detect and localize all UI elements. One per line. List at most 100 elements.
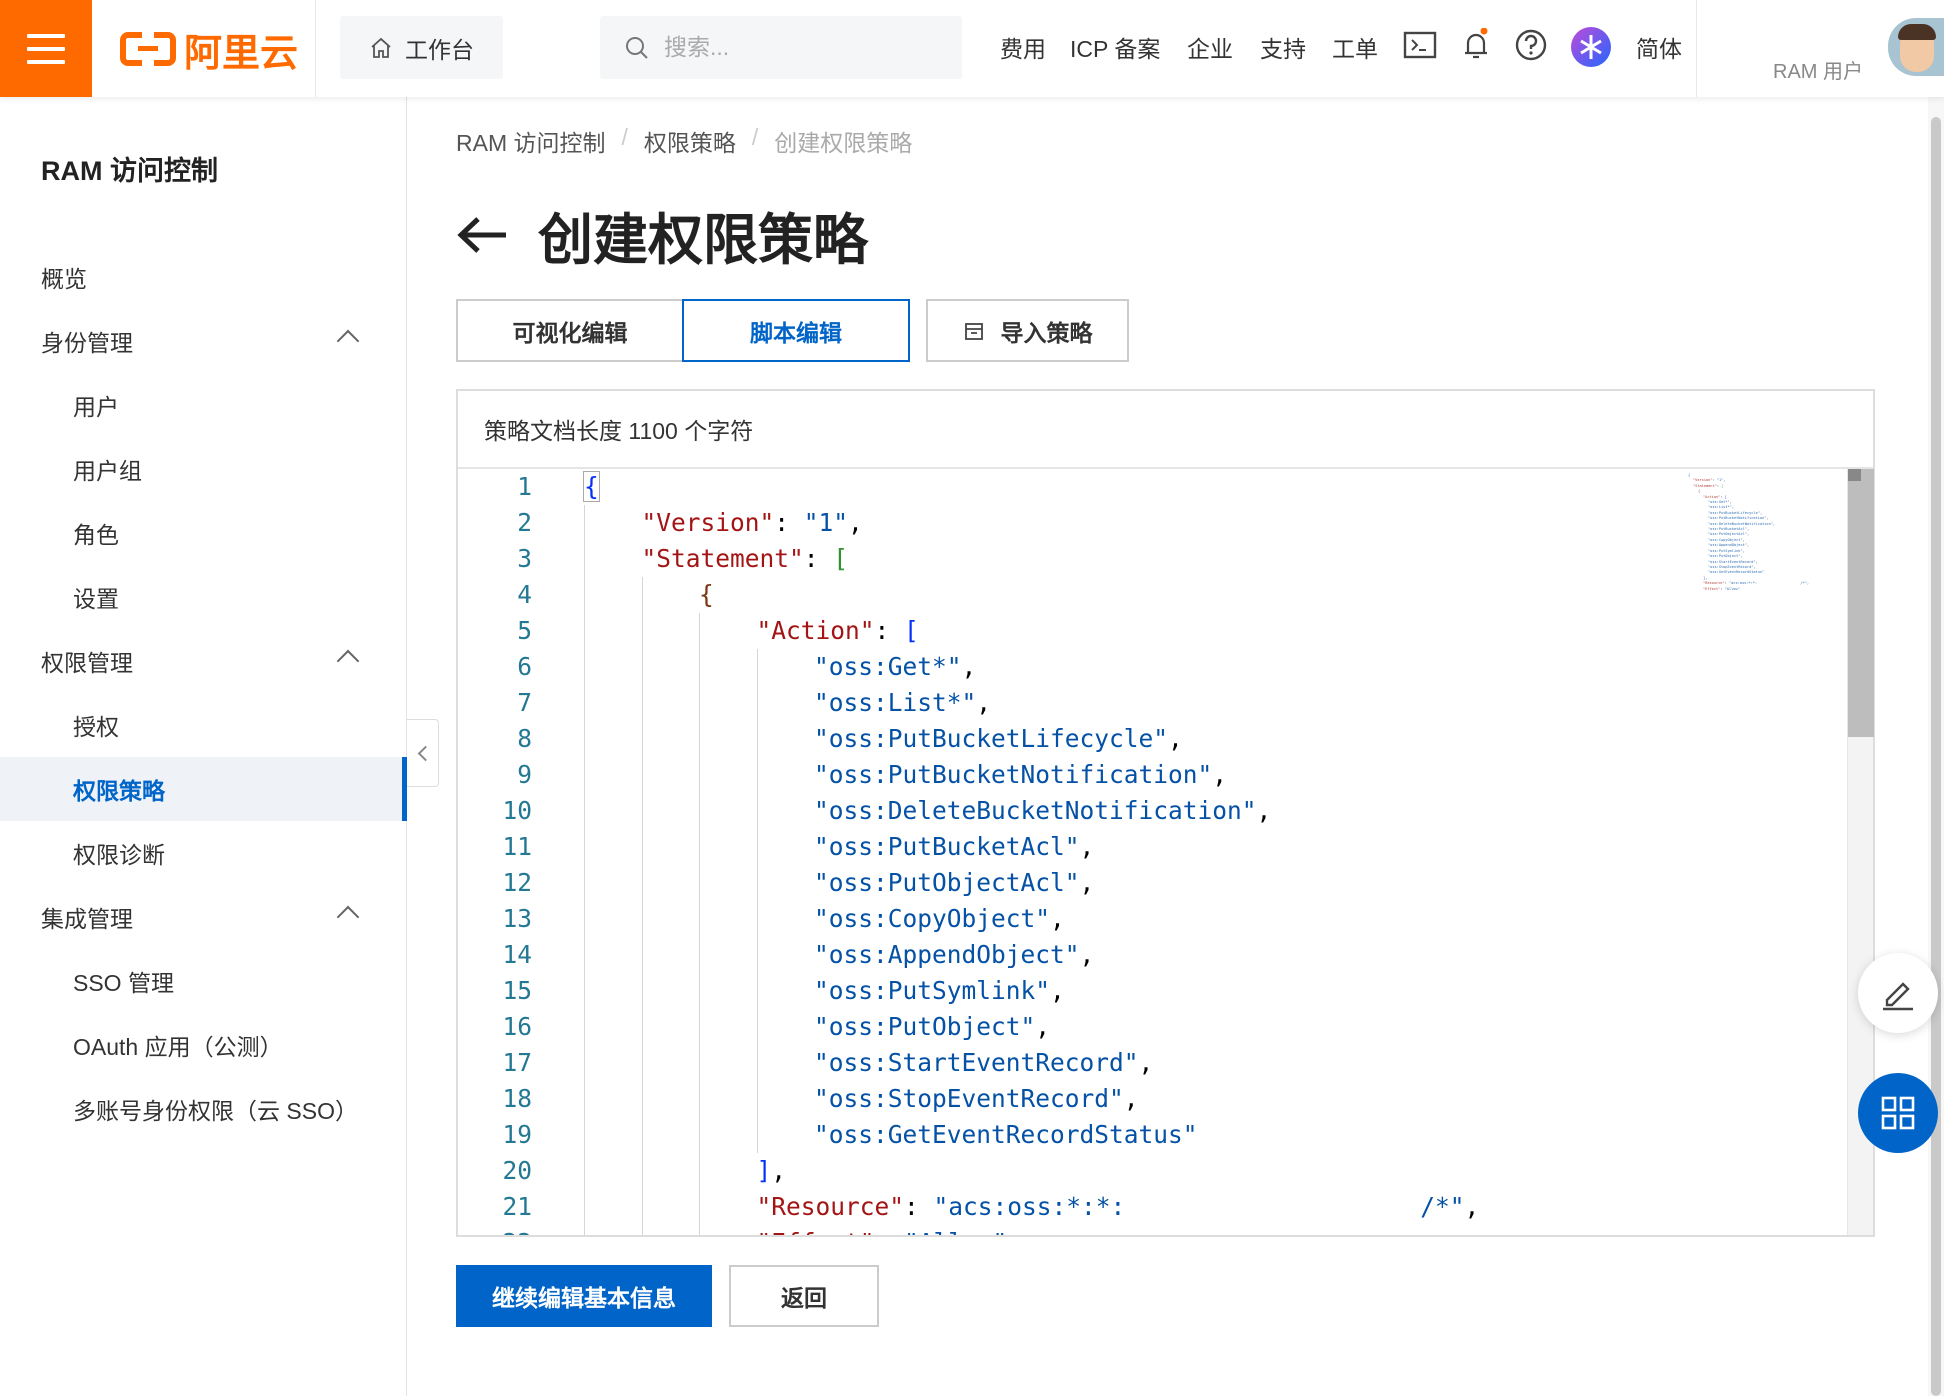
nav-support[interactable]: 支持 <box>1260 30 1306 64</box>
page-scrollbar[interactable] <box>1928 97 1944 1396</box>
code-token: "oss:Get*" <box>814 652 962 681</box>
line-number: 6 <box>517 652 532 681</box>
sidebar-item-label: 授权 <box>73 714 119 740</box>
divider <box>315 0 316 97</box>
edit-feedback-button[interactable] <box>1858 953 1938 1033</box>
code-line: 8 "oss:PutBucketLifecycle", <box>458 721 1688 757</box>
sidebar-item[interactable]: 用户 <box>0 373 406 437</box>
sidebar-item[interactable]: 身份管理 <box>0 309 406 373</box>
code-token: , <box>1138 1048 1154 1077</box>
sidebar-item[interactable]: 权限策略 <box>0 757 407 821</box>
sidebar-item[interactable]: 权限诊断 <box>0 821 406 885</box>
line-number: 20 <box>502 1156 532 1185</box>
sidebar-item[interactable]: 多账号身份权限（云 SSO） <box>0 1077 406 1141</box>
language-switch[interactable]: 简体 <box>1636 30 1682 64</box>
bell-icon[interactable] <box>1459 28 1493 62</box>
workbench-label: 工作台 <box>405 36 474 63</box>
sidebar-item[interactable]: 授权 <box>0 693 406 757</box>
code-token: "oss:AppendObject" <box>814 940 1080 969</box>
line-number: 3 <box>517 544 532 573</box>
search-box[interactable] <box>600 16 962 79</box>
workbench-button[interactable]: 工作台 <box>340 16 503 79</box>
chevron-up-icon[interactable] <box>336 905 360 929</box>
avatar[interactable] <box>1888 18 1944 76</box>
code-token: , <box>1079 868 1095 897</box>
code-line: 20], <box>458 1153 1688 1189</box>
sidebar-collapse-button[interactable] <box>407 719 439 787</box>
back-arrow-icon[interactable] <box>456 215 508 255</box>
code-line: 6 "oss:Get*", <box>458 649 1688 685</box>
home-icon <box>371 37 391 58</box>
code-editor[interactable]: {"Version": "1", "Statement": [{"Action":… <box>458 469 1848 1235</box>
sidebar-item-label: 权限策略 <box>73 778 165 804</box>
sidebar-item[interactable]: 用户组 <box>0 437 406 501</box>
code-token: : <box>875 1228 905 1235</box>
continue-edit-basic-info-button[interactable]: 继续编辑基本信息 <box>456 1265 712 1327</box>
nav-icp[interactable]: ICP 备案 <box>1070 30 1160 64</box>
ai-assistant-icon[interactable] <box>1571 27 1611 67</box>
tab-script-editor[interactable]: 脚本编辑 <box>682 299 910 362</box>
minimap[interactable]: {"Version": "1", "Statement": [{"Action":… <box>1688 473 1848 653</box>
aliyun-logo[interactable]: 阿里云 <box>120 26 298 75</box>
code-token: , <box>1050 976 1065 1005</box>
line-number: 7 <box>517 688 532 717</box>
sidebar-item[interactable]: 集成管理 <box>0 885 406 949</box>
line-number: 15 <box>502 976 532 1005</box>
sidebar-item[interactable]: 概览 <box>0 245 406 309</box>
sidebar-item[interactable]: SSO 管理 <box>0 949 406 1013</box>
code-token: ] <box>756 1156 772 1185</box>
nav-ticket[interactable]: 工单 <box>1332 30 1378 64</box>
chevron-up-icon[interactable] <box>336 329 360 353</box>
nav-billing[interactable]: 费用 <box>1000 30 1046 64</box>
code-line: 2 "Version": "1", <box>458 505 1688 541</box>
sidebar-item-label: 概览 <box>41 266 87 292</box>
sidebar-item[interactable]: 设置 <box>0 565 406 629</box>
apps-grid-button[interactable] <box>1858 1073 1938 1153</box>
code-line: 21 "Resource": "acs:oss:*:*: /*", <box>458 1189 1688 1225</box>
page-title: 创建权限策略 <box>538 209 869 271</box>
code-token: "oss:PutBucketAcl" <box>814 832 1080 861</box>
code-line: 5 "Action": [ <box>458 613 1688 649</box>
tab-import-label: 导入策略 <box>1000 319 1093 346</box>
line-number: 19 <box>502 1120 532 1149</box>
back-button[interactable]: 返回 <box>729 1265 879 1327</box>
line-number: 13 <box>502 904 532 933</box>
code-token: "oss:StopEventRecord" <box>814 1084 1124 1113</box>
code-line: 4{ <box>458 577 1688 613</box>
chevron-up-icon[interactable] <box>336 649 360 673</box>
pencil-icon <box>1883 982 1913 1011</box>
line-number: 5 <box>517 616 532 645</box>
code-line: 12 "oss:PutObjectAcl", <box>458 865 1688 901</box>
editor-scrollbar-thumb[interactable] <box>1848 469 1874 737</box>
nav-enterprise[interactable]: 企业 <box>1187 30 1233 64</box>
code-line: 7 "oss:List*", <box>458 685 1688 721</box>
code-token: "1" <box>803 508 849 537</box>
breadcrumb-item[interactable]: RAM 访问控制 <box>456 124 606 158</box>
line-number: 1 <box>517 472 532 501</box>
code-token: : <box>904 1192 934 1221</box>
code-token: , <box>1212 760 1228 789</box>
line-number: 21 <box>502 1192 532 1221</box>
code-token: "Resource" <box>756 1192 905 1221</box>
sidebar-item[interactable]: 角色 <box>0 501 406 565</box>
hamburger-menu-icon[interactable] <box>0 0 92 97</box>
tab-visual-editor[interactable]: 可视化编辑 <box>456 299 684 362</box>
sidebar-item-label: 用户组 <box>73 458 142 484</box>
sidebar-item-label: 设置 <box>73 586 119 612</box>
code-line: 17 "oss:StartEventRecord", <box>458 1045 1688 1081</box>
sidebar-item-label: 用户 <box>73 394 119 420</box>
sidebar-item[interactable]: OAuth 应用（公测） <box>0 1013 406 1077</box>
code-token: , <box>1464 1192 1480 1221</box>
search-input[interactable] <box>664 34 924 61</box>
breadcrumb-item[interactable]: 权限策略 <box>644 124 736 158</box>
minimap-line: "Effect": "Allow" <box>1703 586 1740 591</box>
terminal-icon[interactable] <box>1403 28 1437 62</box>
code-line: 19 "oss:GetEventRecordStatus" <box>458 1117 1688 1153</box>
sidebar-item[interactable]: 权限管理 <box>0 629 406 693</box>
aliyun-logo-mark-icon <box>120 30 176 70</box>
user-type-label[interactable]: RAM 用户 <box>1773 55 1863 84</box>
code-token: "oss:List*" <box>814 688 977 717</box>
help-icon[interactable] <box>1514 28 1548 62</box>
tab-import-policy[interactable]: 导入策略 <box>926 299 1129 362</box>
code-token: [ <box>904 616 919 645</box>
